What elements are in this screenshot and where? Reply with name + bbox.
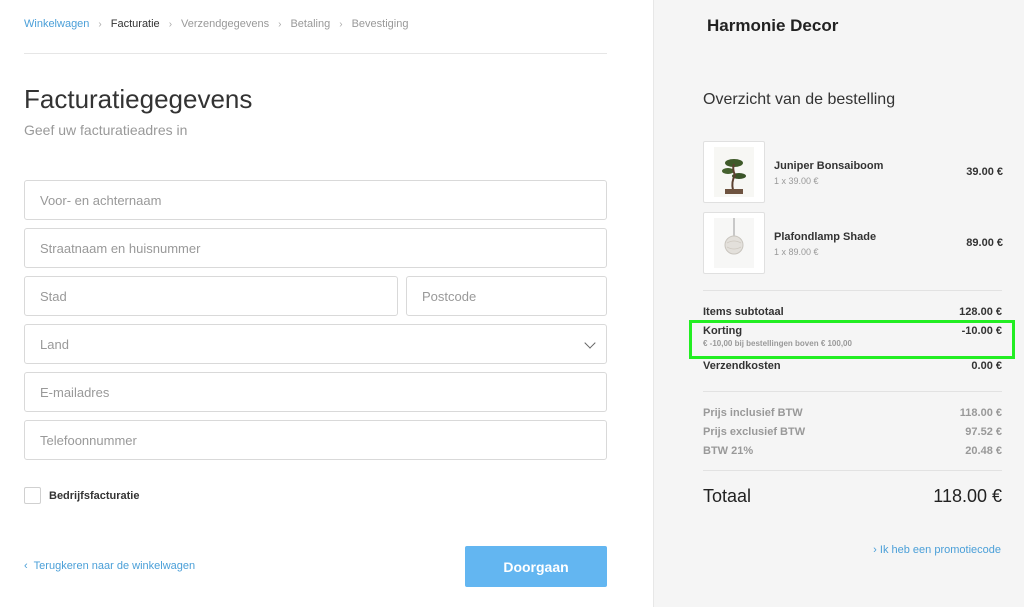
- divider: [24, 53, 607, 54]
- item-price: 89.00 €: [966, 237, 1003, 249]
- bonsai-image: [703, 141, 765, 203]
- breadcrumb-confirmation: Bevestiging: [351, 18, 409, 30]
- price-incl-vat-label: Prijs inclusief BTW: [703, 407, 803, 419]
- brand-logo: Harmonie Decor: [707, 16, 839, 35]
- breadcrumb-chevron-icon: ›: [339, 18, 343, 30]
- country-select-value: Land: [40, 337, 69, 352]
- billing-panel: Winkelwagen › Facturatie › Verzendgegeve…: [0, 0, 653, 607]
- chevron-left-icon: ‹: [24, 560, 28, 572]
- item-price: 39.00 €: [966, 166, 1003, 178]
- country-select[interactable]: Land: [24, 324, 607, 364]
- back-to-cart-link[interactable]: ‹ Terugkeren naar de winkelwagen: [24, 560, 195, 572]
- street-field-wrap: [24, 228, 607, 268]
- item-quantity: 1 x 39.00 €: [774, 176, 819, 186]
- name-field[interactable]: [25, 181, 606, 219]
- city-field[interactable]: [25, 277, 397, 315]
- phone-field-wrap: [24, 420, 607, 460]
- vat-value: 20.48 €: [965, 445, 1002, 457]
- breadcrumb-shipping: Verzendgegevens: [181, 18, 270, 30]
- postcode-field[interactable]: [407, 277, 606, 315]
- business-billing-checkbox[interactable]: [24, 487, 41, 504]
- divider: [703, 470, 1002, 471]
- postcode-field-wrap: [406, 276, 607, 316]
- divider: [703, 391, 1002, 392]
- cart-item: Juniper Bonsaiboom 1 x 39.00 € 39.00 €: [703, 141, 1003, 203]
- breadcrumb-billing: Facturatie: [110, 18, 160, 30]
- breadcrumb-chevron-icon: ›: [278, 18, 282, 30]
- shipping-value: 0.00 €: [971, 360, 1002, 372]
- city-field-wrap: [24, 276, 398, 316]
- price-incl-vat-value: 118.00 €: [959, 407, 1002, 419]
- item-name: Plafondlamp Shade: [774, 231, 877, 243]
- chevron-down-icon: [584, 337, 596, 349]
- email-field-wrap: [24, 372, 607, 412]
- name-field-wrap: [24, 180, 607, 220]
- cart-item: Plafondlamp Shade 1 x 89.00 € 89.00 €: [703, 212, 1003, 274]
- divider: [703, 290, 1002, 291]
- breadcrumb-payment: Betaling: [290, 18, 331, 30]
- promo-code-link[interactable]: › Ik heb een promotiecode: [873, 544, 1001, 556]
- continue-button[interactable]: Doorgaan: [465, 546, 607, 587]
- chevron-right-icon: ›: [873, 544, 880, 556]
- order-summary-title: Overzicht van de bestelling: [703, 91, 896, 108]
- shipping-label: Verzendkosten: [703, 360, 781, 372]
- pendant-lamp-image: [703, 212, 765, 274]
- discount-highlight-box: [689, 320, 1015, 359]
- subtotal-label: Items subtotaal: [703, 306, 784, 318]
- item-quantity: 1 x 89.00 €: [774, 247, 819, 257]
- price-excl-vat-label: Prijs exclusief BTW: [703, 426, 806, 438]
- email-field[interactable]: [25, 373, 606, 411]
- page-subtitle: Geef uw facturatieadres in: [24, 122, 188, 138]
- vat-label: BTW 21%: [703, 445, 754, 457]
- order-summary-panel: Harmonie Decor Overzicht van de bestelli…: [653, 0, 1024, 607]
- total-label: Totaal: [703, 486, 752, 506]
- promo-code-label: Ik heb een promotiecode: [879, 544, 1001, 556]
- breadcrumb-cart[interactable]: Winkelwagen: [24, 18, 89, 30]
- item-name: Juniper Bonsaiboom: [774, 160, 884, 172]
- business-billing-row: Bedrijfsfacturatie: [24, 487, 139, 504]
- subtotal-value: 128.00 €: [959, 306, 1002, 318]
- breadcrumb-chevron-icon: ›: [168, 18, 173, 30]
- business-billing-label[interactable]: Bedrijfsfacturatie: [49, 490, 139, 502]
- breadcrumb: Winkelwagen › Facturatie › Verzendgegeve…: [24, 18, 408, 30]
- page-title: Facturatiegegevens: [24, 84, 253, 114]
- price-excl-vat-value: 97.52 €: [965, 426, 1002, 438]
- street-field[interactable]: [25, 229, 606, 267]
- phone-field[interactable]: [25, 421, 606, 459]
- breadcrumb-chevron-icon: ›: [98, 18, 102, 30]
- total-value: 118.00 €: [933, 486, 1002, 506]
- back-to-cart-label: Terugkeren naar de winkelwagen: [33, 560, 196, 572]
